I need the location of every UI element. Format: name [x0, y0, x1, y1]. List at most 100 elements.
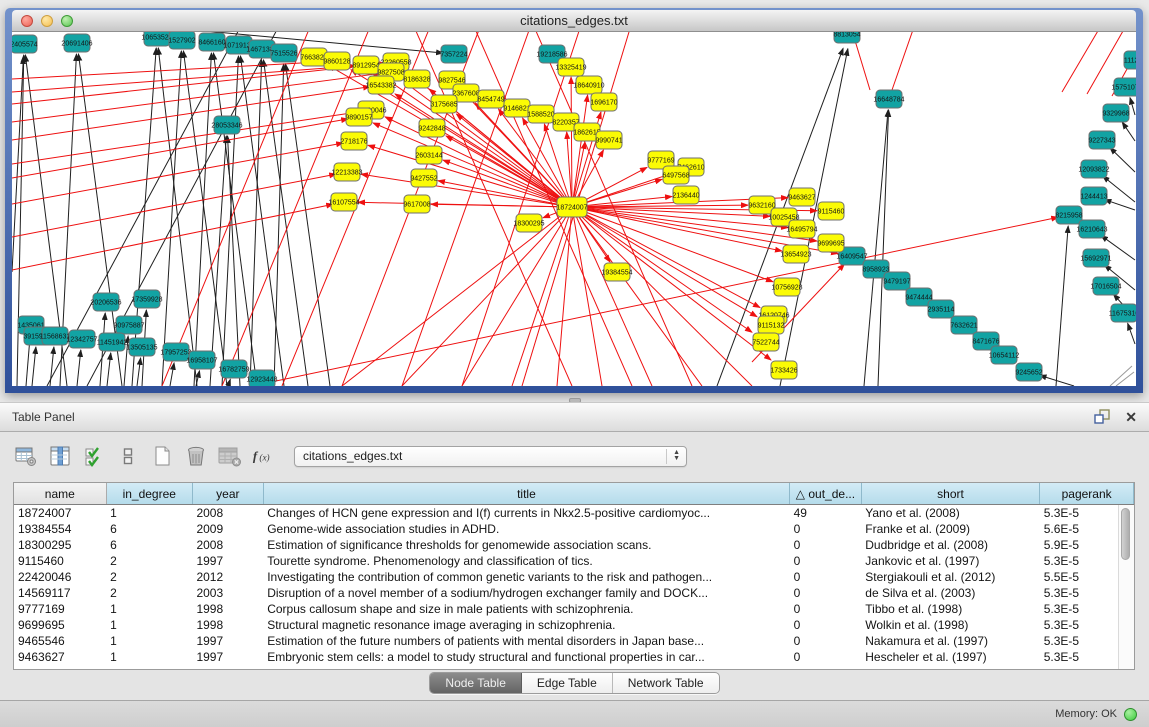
graph-node[interactable]: 1112704	[1124, 51, 1136, 69]
graph-node[interactable]: 18300295	[513, 214, 544, 232]
delete-column-icon[interactable]	[184, 444, 208, 468]
graph-node[interactable]: 2603144	[415, 146, 442, 164]
table-row[interactable]: 911546021997Tourette syndrome. Phenomeno…	[14, 553, 1134, 569]
graph-node[interactable]: 7357224	[440, 45, 467, 63]
network-window-titlebar[interactable]: citations_edges.txt	[12, 10, 1136, 32]
graph-edge[interactable]	[892, 32, 915, 90]
graph-edge[interactable]	[402, 207, 572, 386]
column-visibility-icon[interactable]	[48, 444, 72, 468]
graph-node[interactable]: 28053346	[211, 116, 242, 134]
graph-node[interactable]: 16782759	[218, 360, 249, 378]
graph-node[interactable]: 8813054	[833, 32, 860, 43]
table-row[interactable]: 1938455462009Genome-wide association stu…	[14, 521, 1134, 537]
graph-node[interactable]: 6497568	[662, 166, 689, 184]
table-row[interactable]: 969969511998Structural magnetic resonanc…	[14, 617, 1134, 633]
table-row[interactable]: 946362711997Embryonic stem cells: a mode…	[14, 649, 1134, 665]
row-height-icon[interactable]	[116, 444, 140, 468]
graph-node[interactable]: 1696170	[590, 93, 617, 111]
graph-node[interactable]: 11451942	[97, 333, 128, 351]
table-scrollbar-thumb[interactable]	[1121, 508, 1130, 560]
graph-node[interactable]: 9860128	[323, 52, 350, 70]
node-table-container[interactable]: namein_degreeyeartitle△ out_de...shortpa…	[13, 482, 1135, 670]
graph-node[interactable]: 9479197	[883, 272, 910, 290]
graph-node[interactable]: 17016504	[1090, 277, 1121, 295]
graph-node[interactable]: 16210643	[1076, 220, 1107, 238]
graph-edge[interactable]	[361, 174, 572, 207]
graph-node[interactable]: 8454749	[477, 90, 504, 108]
graph-node[interactable]: 16648784	[873, 90, 904, 108]
graph-node[interactable]: 20206536	[90, 293, 121, 311]
graph-node[interactable]: 9329968	[1102, 104, 1129, 122]
tab-network-table[interactable]: Network Table	[613, 673, 719, 693]
graph-edge[interactable]	[228, 379, 230, 386]
graph-edge[interactable]	[572, 207, 702, 386]
zoom-window-button[interactable]	[61, 15, 73, 27]
graph-node[interactable]: 9115460	[818, 202, 845, 220]
column-header-name[interactable]: name	[14, 483, 106, 505]
graph-node[interactable]: 9242848	[418, 119, 445, 137]
graph-edge[interactable]	[431, 204, 572, 207]
graph-edge[interactable]	[1122, 122, 1135, 141]
table-row[interactable]: 946554611997Estimation of the future num…	[14, 633, 1134, 649]
graph-edge[interactable]	[250, 60, 262, 386]
graph-node[interactable]: 19384554	[601, 263, 632, 281]
graph-node[interactable]: 8215958	[1055, 206, 1082, 224]
column-header-year[interactable]: year	[192, 483, 263, 505]
graph-edge[interactable]	[12, 87, 370, 140]
graph-edge[interactable]	[1130, 98, 1135, 115]
table-row[interactable]: 2242004622012Investigating the contribut…	[14, 569, 1134, 585]
table-selector-dropdown[interactable]: citations_edges.txt ▲▼	[294, 446, 687, 467]
graph-node[interactable]: 13654923	[780, 245, 811, 263]
graph-node[interactable]: 12923448	[246, 370, 277, 386]
close-window-button[interactable]	[21, 15, 33, 27]
delete-table-icon[interactable]	[218, 444, 242, 468]
graph-node[interactable]: 2935114	[928, 300, 955, 318]
graph-edge[interactable]	[1110, 148, 1135, 172]
graph-node[interactable]: 17359928	[131, 290, 162, 308]
select-columns-icon[interactable]	[82, 444, 106, 468]
table-scrollbar[interactable]	[1118, 505, 1134, 669]
graph-node[interactable]: 15751074	[1111, 78, 1136, 96]
graph-node[interactable]: 12213383	[331, 163, 362, 181]
minimize-window-button[interactable]	[41, 15, 53, 27]
close-panel-icon[interactable]: ✕	[1125, 409, 1137, 425]
graph-edge[interactable]	[274, 64, 284, 386]
graph-edge[interactable]	[132, 48, 156, 386]
function-builder-icon[interactable]: f (x)	[252, 444, 276, 468]
graph-edge[interactable]	[1056, 226, 1068, 386]
graph-edge[interactable]	[878, 110, 889, 386]
graph-edge[interactable]	[512, 207, 572, 386]
graph-node[interactable]: 10756928	[771, 278, 802, 296]
column-header-short[interactable]: short	[861, 483, 1039, 505]
column-header-pagerank[interactable]: pagerank	[1040, 483, 1134, 505]
graph-edge[interactable]	[107, 353, 111, 386]
graph-edge[interactable]	[1116, 372, 1134, 386]
network-window[interactable]: citations_edges.txt 24055742069140610653…	[5, 8, 1143, 393]
graph-edge[interactable]	[263, 60, 308, 386]
graph-node[interactable]: 1733426	[770, 361, 797, 379]
graph-node[interactable]: 9245652	[1015, 363, 1042, 381]
network-canvas[interactable]: 2405574206914061065352715279028466160107…	[12, 32, 1136, 386]
table-row[interactable]: 1872400712008Changes of HCN gene express…	[14, 505, 1134, 522]
graph-edge[interactable]	[864, 110, 888, 386]
graph-node[interactable]: 2136440	[672, 186, 699, 204]
graph-edge[interactable]	[12, 62, 326, 79]
graph-edge[interactable]	[1104, 200, 1135, 210]
graph-node[interactable]: 12342757	[66, 330, 97, 348]
graph-edge[interactable]	[12, 204, 333, 270]
graph-node[interactable]: 13325419	[555, 58, 586, 76]
graph-edge[interactable]	[12, 112, 360, 164]
graph-node[interactable]: 8912954	[352, 56, 379, 74]
graph-node[interactable]: 1527902	[168, 32, 195, 49]
graph-node[interactable]: 11675310	[1109, 304, 1136, 322]
graph-node[interactable]: 16958107	[186, 351, 217, 369]
graph-node[interactable]: 1244413	[1080, 187, 1107, 205]
graph-node[interactable]: 9617008	[403, 195, 430, 213]
tab-node-table[interactable]: Node Table	[430, 673, 522, 693]
graph-edge[interactable]	[286, 64, 330, 386]
graph-node[interactable]: 18640910	[573, 76, 604, 94]
table-row[interactable]: 977716911998Corpus callosum shape and si…	[14, 601, 1134, 617]
graph-node[interactable]: 2405574	[12, 35, 38, 53]
column-header-out-de-[interactable]: △ out_de...	[790, 483, 862, 505]
graph-edge[interactable]	[1062, 32, 1102, 92]
